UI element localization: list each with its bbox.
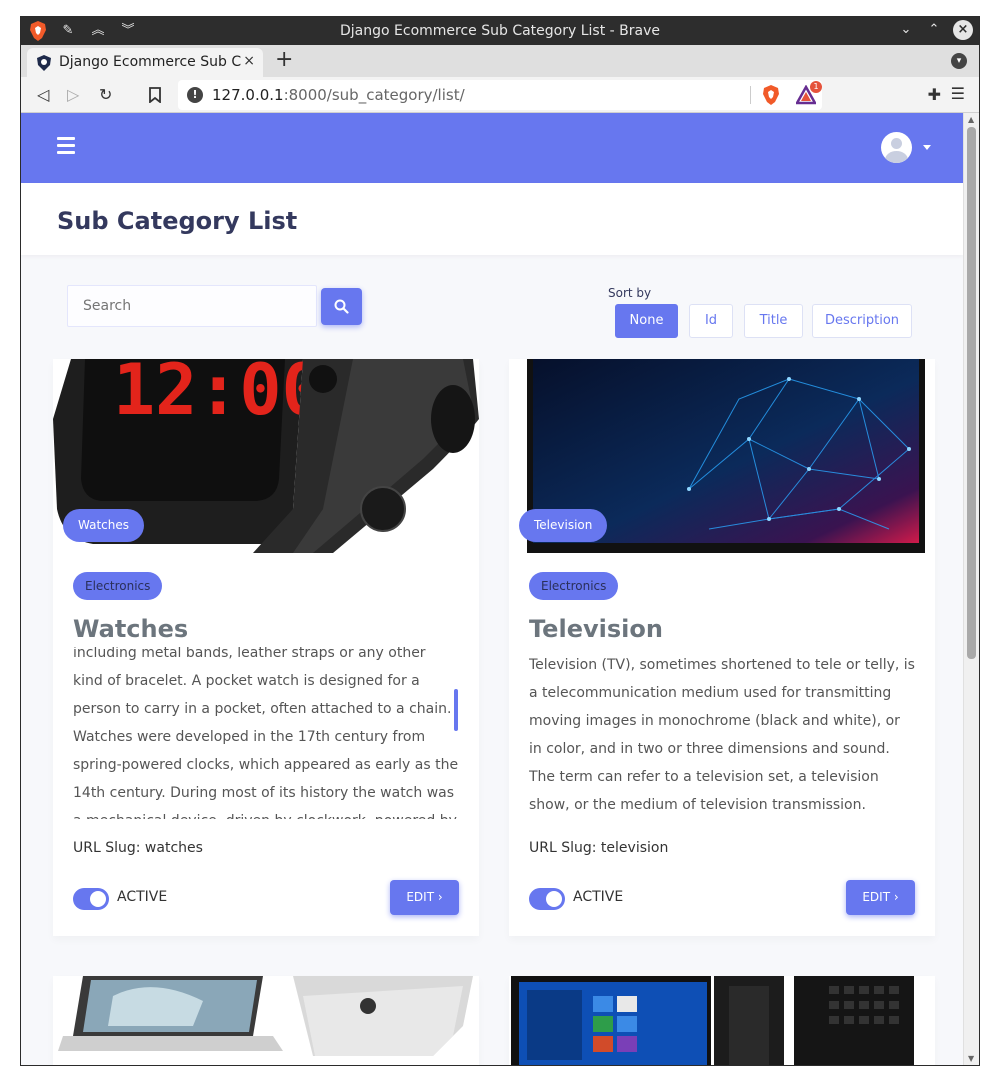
chevron-right-icon: › [893, 890, 899, 904]
active-toggle[interactable] [73, 888, 109, 910]
card-description[interactable]: including metal bands, leather straps or… [73, 647, 459, 819]
page-title: Sub Category List [57, 207, 298, 235]
desktop-image [509, 976, 935, 1065]
url-text[interactable]: 127.0.0.1:8000/sub_category/list/ [212, 86, 465, 104]
back-icon[interactable]: ◁ [37, 85, 49, 104]
edit-button[interactable]: EDIT › [846, 880, 915, 915]
new-tab-button[interactable]: + [275, 49, 293, 71]
url-divider [750, 86, 751, 104]
user-avatar[interactable] [881, 132, 912, 163]
sort-title-button[interactable]: Title [744, 304, 803, 338]
scroll-down-icon[interactable]: ▼ [968, 1054, 974, 1063]
window-title: Django Ecommerce Sub Category List - Bra… [340, 23, 660, 39]
tab-close-icon[interactable]: × [243, 53, 255, 69]
status-label: ACTIVE [573, 889, 624, 905]
maximize-icon[interactable]: ⌃ [925, 21, 943, 39]
tab-title: Django Ecommerce Sub Cat [59, 54, 241, 70]
card-description-text: including metal bands, leather straps or… [73, 647, 459, 819]
sort-id-button[interactable]: Id [689, 304, 733, 338]
category-badge: Electronics [529, 572, 619, 600]
card-slug: URL Slug: television [529, 840, 669, 856]
bookmark-icon[interactable] [149, 87, 161, 103]
scrollbar-thumb[interactable] [967, 127, 976, 659]
card-title: Watches [73, 615, 189, 643]
edit-button[interactable]: EDIT › [390, 880, 459, 915]
title-bar: ✎ ︽ ︾ Django Ecommerce Sub Category List… [21, 17, 979, 45]
subcategory-card: Television Electronics Television Televi… [509, 359, 935, 936]
card-title: Television [529, 615, 663, 643]
search-input[interactable] [67, 285, 317, 327]
user-menu-caret-icon[interactable] [923, 145, 931, 150]
card-description-text: Television (TV), sometimes shortened to … [529, 657, 915, 813]
sort-none-button[interactable]: None [615, 304, 678, 338]
image-badge: Television [519, 509, 608, 542]
card-slug: URL Slug: watches [73, 840, 203, 856]
chevron-right-icon: › [437, 890, 443, 904]
active-toggle[interactable] [529, 888, 565, 910]
image-badge: Watches [63, 509, 144, 542]
minimize-icon[interactable]: ⌄ [897, 21, 915, 39]
brave-shields-icon[interactable] [762, 85, 780, 105]
brave-rewards-icon[interactable]: 1 [794, 81, 822, 105]
sort-description-button[interactable]: Description [812, 304, 912, 338]
subcategory-card: 12:00 Watches Electronics Watches includ… [53, 359, 479, 936]
address-bar[interactable]: ! 127.0.0.1:8000/sub_category/list/ 1 [178, 80, 822, 110]
tab-strip: Django Ecommerce Sub Cat × + ▾ [21, 45, 979, 77]
subcategory-card [509, 976, 935, 1065]
tab-active[interactable]: Django Ecommerce Sub Cat × [27, 48, 263, 77]
browser-menu-icon[interactable]: ☰ [951, 84, 965, 103]
extensions-icon[interactable]: ✚ [928, 85, 941, 104]
sidebar-toggle-icon[interactable] [57, 137, 75, 154]
reload-icon[interactable]: ↻ [99, 85, 112, 104]
page-viewport: Sub Category List Sort by None Id Title … [21, 113, 979, 1065]
card-image: 12:00 Watches [53, 359, 479, 553]
card-image: Television [509, 359, 935, 553]
page-scrollbar[interactable]: ▲ ▼ [963, 113, 979, 1065]
description-scrollbar[interactable] [454, 689, 458, 731]
section-header: Sub Category List [21, 183, 963, 255]
rewards-badge: 1 [810, 81, 822, 93]
category-badge: Electronics [73, 572, 163, 600]
browser-window: ✎ ︽ ︾ Django Ecommerce Sub Category List… [20, 16, 980, 1066]
subcategory-card [53, 976, 479, 1065]
laptop-image [53, 976, 479, 1065]
site-info-icon[interactable]: ! [187, 87, 203, 103]
navigation-bar: ◁ ▷ ↻ ! 127.0.0.1:8000/sub_category/list… [21, 77, 979, 113]
forward-icon[interactable]: ▷ [67, 85, 79, 104]
search-icon [334, 299, 349, 314]
tab-search-icon[interactable]: ▾ [951, 53, 967, 69]
django-favicon-icon [37, 55, 51, 71]
close-window-icon[interactable]: × [953, 20, 973, 40]
card-description[interactable]: Television (TV), sometimes shortened to … [529, 647, 915, 819]
app-navbar [21, 113, 963, 183]
sort-label: Sort by [608, 286, 652, 300]
search-button[interactable] [321, 288, 362, 325]
status-label: ACTIVE [117, 889, 168, 905]
scroll-up-icon[interactable]: ▲ [968, 115, 974, 124]
svg-text:12:00: 12:00 [113, 359, 324, 431]
